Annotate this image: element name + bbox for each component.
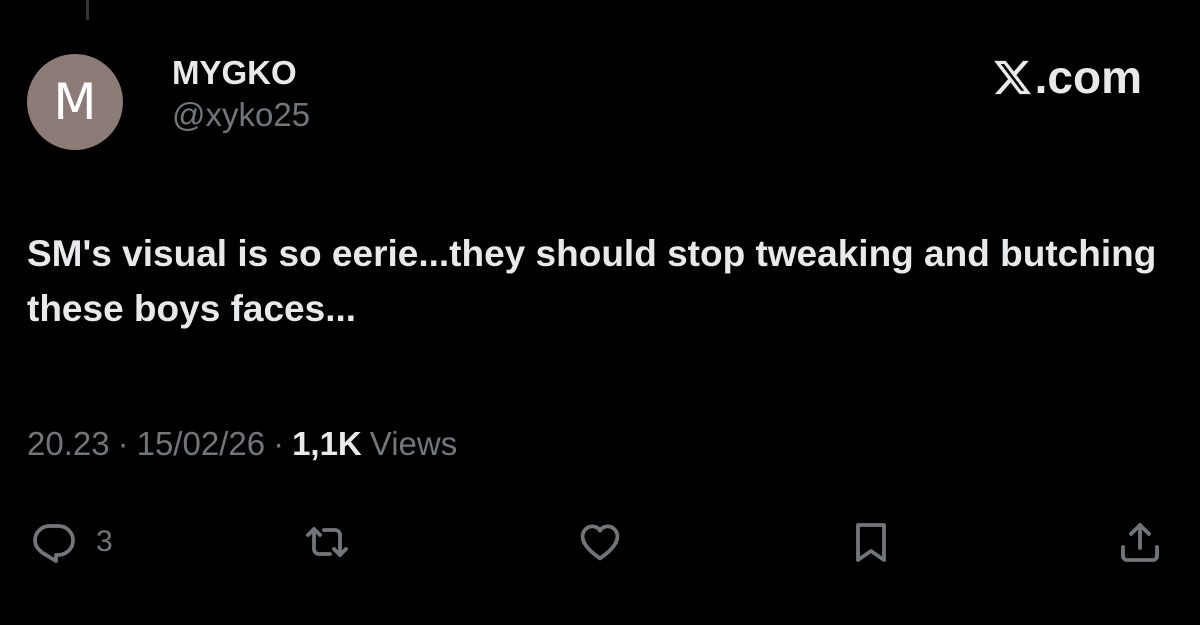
display-name[interactable]: MYGKO [172, 54, 310, 92]
share-button[interactable] [1116, 516, 1164, 568]
meta-separator: · [117, 425, 129, 462]
tweet-time[interactable]: 20.23 [27, 425, 110, 463]
user-handle[interactable]: @xyko25 [172, 96, 310, 134]
author-info: MYGKO @xyko25 [172, 54, 310, 134]
like-button[interactable] [576, 516, 624, 568]
tweet-date[interactable]: 15/02/26 [137, 425, 265, 463]
avatar-letter: M [53, 73, 97, 131]
repost-button[interactable] [303, 516, 351, 568]
meta-separator: · [273, 425, 285, 462]
reply-count: 3 [96, 525, 113, 558]
bookmark-button[interactable] [847, 516, 895, 568]
bookmark-icon [856, 523, 886, 562]
repost-icon [306, 527, 348, 557]
thread-connector-line [86, 0, 89, 20]
share-icon [1121, 523, 1159, 562]
avatar[interactable]: M [27, 54, 123, 150]
reply-icon [33, 524, 75, 563]
tweet-text: SM's visual is so eerie...they should st… [27, 233, 1157, 329]
views-label: Views [369, 425, 458, 462]
reply-button[interactable]: 3 [30, 516, 113, 568]
action-bar: 3 [0, 516, 1200, 568]
x-logo-icon [993, 60, 1031, 94]
views-count: 1,1K [292, 425, 362, 462]
like-heart-icon [580, 524, 620, 561]
brand-watermark: .com [992, 50, 1142, 104]
brand-domain: .com [1034, 51, 1142, 103]
tweet-meta: 20.23 · 15/02/26 · 1,1K Views [27, 425, 457, 463]
